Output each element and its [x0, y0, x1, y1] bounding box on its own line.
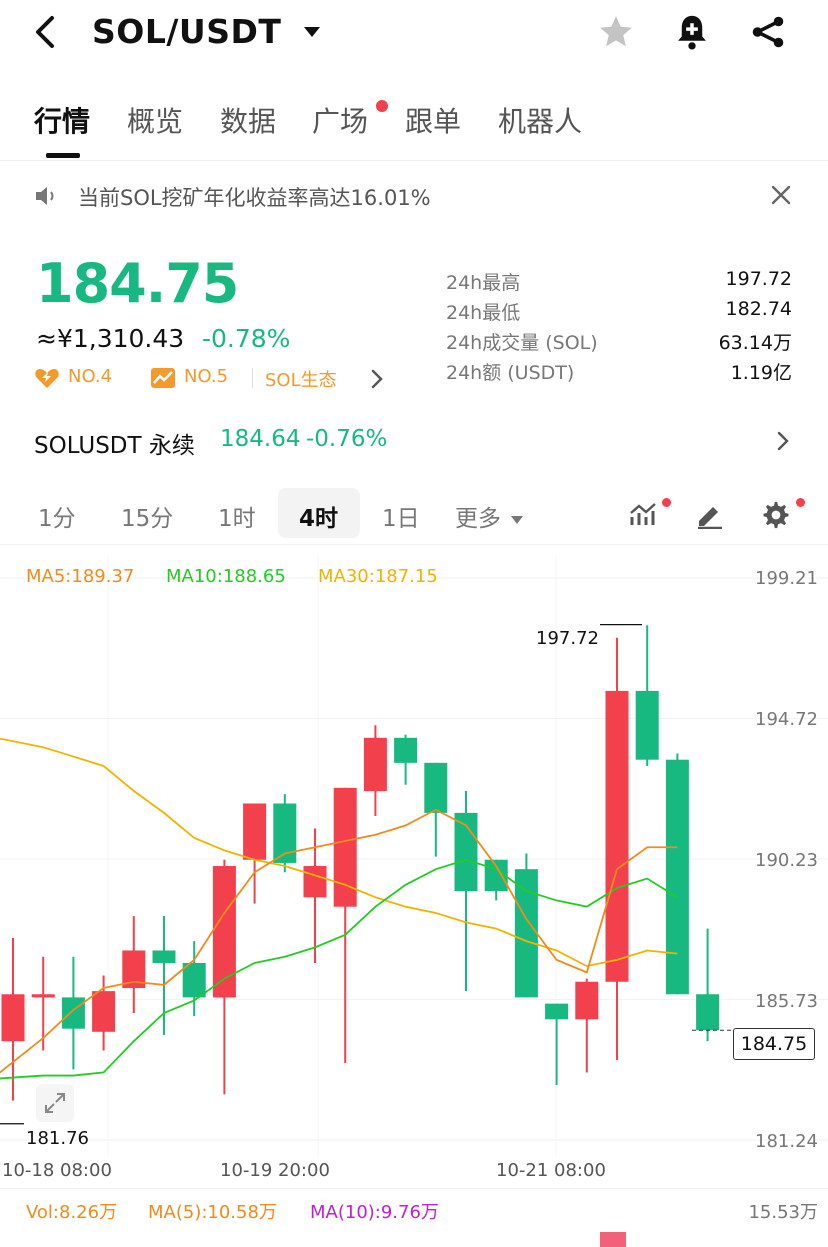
candle-body [303, 866, 327, 898]
top-bar: SOL/USDT [0, 0, 828, 64]
draw-tool-icon[interactable] [692, 498, 728, 532]
ma10-legend: MA10:188.65 [166, 566, 286, 587]
candle-body [696, 994, 720, 1031]
notification-dot [376, 100, 388, 112]
perpetual-change: -0.76% [306, 426, 388, 452]
price-axis-tick: 194.72 [755, 709, 818, 730]
price-axis-tick: 190.23 [755, 850, 818, 871]
stat-label-turnover: 24h额 (USDT) [446, 362, 575, 384]
rank-divider [252, 368, 253, 388]
indicator-notification-dot [662, 498, 671, 507]
star-icon[interactable] [596, 12, 636, 52]
candle-body [1, 994, 25, 1042]
current-price-tag[interactable]: 184.75 [733, 1028, 815, 1060]
volume-divider [0, 1188, 828, 1189]
stat-label-low: 24h最低 [446, 302, 521, 324]
back-icon[interactable] [26, 12, 66, 52]
settings-notification-dot [796, 498, 805, 507]
interval-15m[interactable]: 15分 [121, 499, 173, 533]
active-tab-indicator [46, 153, 80, 158]
share-icon[interactable] [748, 12, 788, 52]
ma5-legend: MA5:189.37 [26, 566, 135, 587]
price-axis-tick: 185.73 [755, 991, 818, 1012]
volume-scale: 15.53万 [748, 1202, 818, 1223]
tab-square[interactable]: 广场 [312, 100, 368, 140]
perpetual-row[interactable]: SOLUSDT 永续 184.64 -0.76% [0, 420, 828, 466]
stat-value-low: 182.74 [725, 298, 792, 320]
high-price-label: 197.72 [536, 628, 599, 649]
tab-market[interactable]: 行情 [34, 100, 90, 140]
last-price: 184.75 [36, 252, 239, 315]
time-axis-tick: 10-19 20:00 [220, 1160, 330, 1181]
candle-body [545, 1003, 569, 1020]
price-change-percent: -0.78% [202, 324, 291, 353]
caret-down-icon [510, 510, 524, 529]
trend-icon [150, 366, 176, 394]
volume-bar [600, 1232, 626, 1247]
candle-body [665, 759, 689, 995]
chevron-down-icon[interactable] [292, 12, 332, 52]
candle-body [575, 981, 599, 1020]
indicator-icon[interactable] [626, 498, 662, 532]
close-icon[interactable] [770, 184, 792, 210]
tab-overview[interactable]: 概览 [127, 100, 183, 140]
expand-icon[interactable] [36, 1084, 74, 1122]
interval-1m[interactable]: 1分 [38, 499, 76, 533]
price-axis-tick: 199.21 [755, 568, 818, 589]
candlestick-chart[interactable] [0, 556, 828, 1188]
speaker-icon [34, 184, 60, 212]
tab-bots[interactable]: 机器人 [498, 100, 582, 140]
chevron-right-icon[interactable] [370, 368, 384, 394]
candle-body [394, 737, 418, 763]
candle-body [424, 762, 448, 813]
interval-1h[interactable]: 1时 [218, 499, 256, 533]
interval-4h[interactable]: 4时 [299, 499, 338, 533]
volume-ma5-legend: MA(5):10.58万 [148, 1202, 277, 1223]
ecosystem-tag[interactable]: SOL生态 [265, 366, 337, 392]
candle-body [92, 991, 116, 1032]
perpetual-name: SOLUSDT 永续 [34, 433, 195, 459]
candle-body [363, 737, 387, 791]
candle-body [152, 950, 176, 963]
notice-text: 当前SOL挖矿年化收益率高达16.01% [78, 186, 431, 210]
tab-data[interactable]: 数据 [220, 100, 276, 140]
time-axis-tick: 10-21 08:00 [496, 1160, 606, 1181]
stat-label-volume: 24h成交量 (SOL) [446, 332, 598, 354]
stat-value-turnover: 1.19亿 [730, 362, 792, 384]
chevron-right-icon[interactable] [776, 430, 790, 456]
candle-body [514, 869, 538, 998]
hot-icon [34, 366, 60, 394]
candle-body [635, 690, 659, 760]
candle-body [605, 690, 629, 982]
perpetual-price: 184.64 [220, 426, 301, 452]
candle-body [243, 803, 267, 860]
volume-legend: Vol:8.26万 [26, 1202, 118, 1223]
stat-label-high: 24h最高 [446, 272, 521, 294]
hot-rank[interactable]: NO.4 [68, 366, 112, 387]
pair-title[interactable]: SOL/USDT [92, 12, 281, 51]
stat-value-high: 197.72 [725, 268, 792, 290]
add-alert-icon[interactable] [672, 12, 712, 52]
low-price-label: 181.76 [26, 1128, 89, 1149]
volume-ma10-legend: MA(10):9.76万 [310, 1202, 439, 1223]
candle-body [182, 962, 206, 998]
interval-bar: 1分 15分 1时 4时 1日 更多 [0, 486, 828, 545]
main-tabs: 行情 概览 数据 广场 跟单 机器人 [0, 92, 828, 161]
gear-icon[interactable] [758, 498, 794, 532]
ma30-legend: MA30:187.15 [318, 566, 438, 587]
stat-value-volume: 63.14万 [718, 332, 792, 354]
cny-price: ≈¥1,310.43 [36, 324, 185, 353]
tab-copy-trading[interactable]: 跟单 [405, 100, 461, 140]
interval-1d[interactable]: 1日 [382, 499, 420, 533]
candle-body [61, 997, 85, 1029]
price-axis-tick: 181.24 [755, 1131, 818, 1152]
notice-bar[interactable]: 当前SOL挖矿年化收益率高达16.01% [0, 170, 828, 222]
gainers-rank[interactable]: NO.5 [184, 366, 228, 387]
time-axis-tick: 10-18 08:00 [2, 1160, 112, 1181]
candle-body [31, 994, 55, 998]
interval-more[interactable]: 更多 [455, 499, 501, 533]
